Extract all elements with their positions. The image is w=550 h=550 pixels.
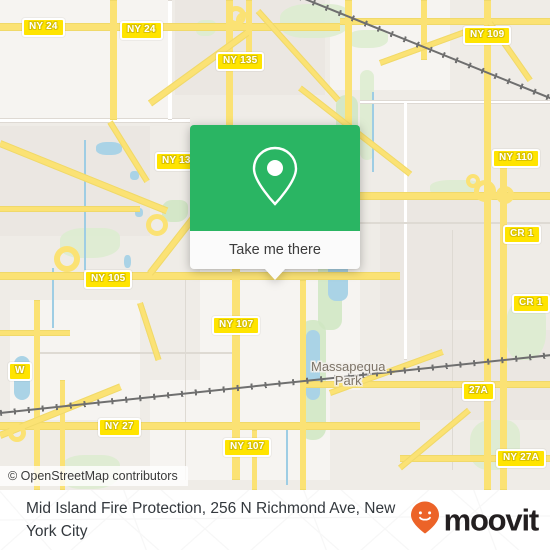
stream — [372, 92, 374, 172]
minor-road — [452, 230, 453, 470]
highway-ny107[interactable] — [300, 280, 306, 490]
highway-connector[interactable] — [0, 206, 140, 212]
moovit-wordmark: moovit — [443, 502, 540, 538]
moovit-logo[interactable]: moovit — [410, 501, 540, 540]
popup-pointer — [264, 268, 286, 280]
highway-shield[interactable]: NY 109 — [463, 26, 512, 45]
interchange-loop — [8, 424, 26, 442]
water-body — [96, 142, 122, 155]
interchange-loop — [236, 12, 252, 28]
osm-attribution[interactable]: © OpenStreetMap contributors — [0, 466, 188, 486]
highway-vertical[interactable] — [34, 300, 40, 490]
highway-cr1[interactable] — [500, 160, 507, 490]
minor-road — [40, 352, 240, 354]
highway-shield[interactable]: W — [8, 362, 32, 381]
highway-shield[interactable]: NY 27A — [496, 449, 547, 468]
minor-road — [360, 222, 550, 224]
highway-shield[interactable]: CR 1 — [512, 294, 550, 313]
stream — [286, 430, 288, 485]
take-me-there-button[interactable]: Take me there — [190, 231, 360, 280]
highway-vertical[interactable] — [110, 0, 117, 120]
highway-vertical[interactable] — [246, 0, 252, 60]
minor-road — [404, 100, 407, 360]
highway-ny110-connector[interactable] — [360, 192, 550, 200]
highway-shield[interactable]: 27A — [462, 382, 495, 401]
water-body — [124, 255, 131, 268]
land-patch — [380, 200, 490, 320]
location-popup-card[interactable]: Take me there — [190, 125, 360, 280]
location-pin-icon — [249, 144, 301, 213]
map-screenshot: NY 24 NY 24 NY 135 NY 109 NY 135 NY 110 CR 1 NY… — [0, 0, 550, 550]
highway-shield[interactable]: NY 107 — [223, 438, 272, 457]
interchange-loop — [54, 246, 80, 272]
highway-shield[interactable]: NY 105 — [84, 270, 133, 289]
highway-shield[interactable]: NY 107 — [212, 316, 261, 335]
minor-road — [0, 118, 190, 123]
interchange-loop — [466, 174, 480, 188]
minor-road — [360, 100, 550, 104]
highway-shield[interactable]: NY 24 — [120, 21, 163, 40]
moovit-pin-smiley-icon — [410, 501, 440, 540]
highway-shield[interactable]: NY 110 — [492, 149, 540, 168]
highway-shield[interactable]: NY 27 — [98, 418, 141, 437]
highway-shield[interactable]: NY 135 — [216, 52, 265, 71]
place-label: Massapequa Park — [311, 359, 386, 389]
minor-road — [185, 280, 186, 480]
take-me-there-label: Take me there — [229, 242, 321, 258]
highway-shield[interactable]: NY 24 — [22, 18, 65, 37]
popup-pin-area — [190, 125, 360, 231]
map-canvas[interactable]: NY 24 NY 24 NY 135 NY 109 NY 135 NY 110 CR 1 NY… — [0, 0, 550, 490]
location-address: Mid Island Fire Protection, 256 N Richmo… — [26, 499, 396, 540]
footer-bar: Mid Island Fire Protection, 256 N Richmo… — [0, 490, 550, 550]
interchange-loop — [496, 186, 514, 204]
minor-road — [168, 0, 172, 120]
stream — [84, 140, 86, 270]
highway-shield[interactable]: CR 1 — [503, 225, 541, 244]
highway-ny105[interactable] — [0, 272, 400, 280]
interchange-loop — [146, 214, 168, 236]
land-patch — [0, 126, 150, 236]
